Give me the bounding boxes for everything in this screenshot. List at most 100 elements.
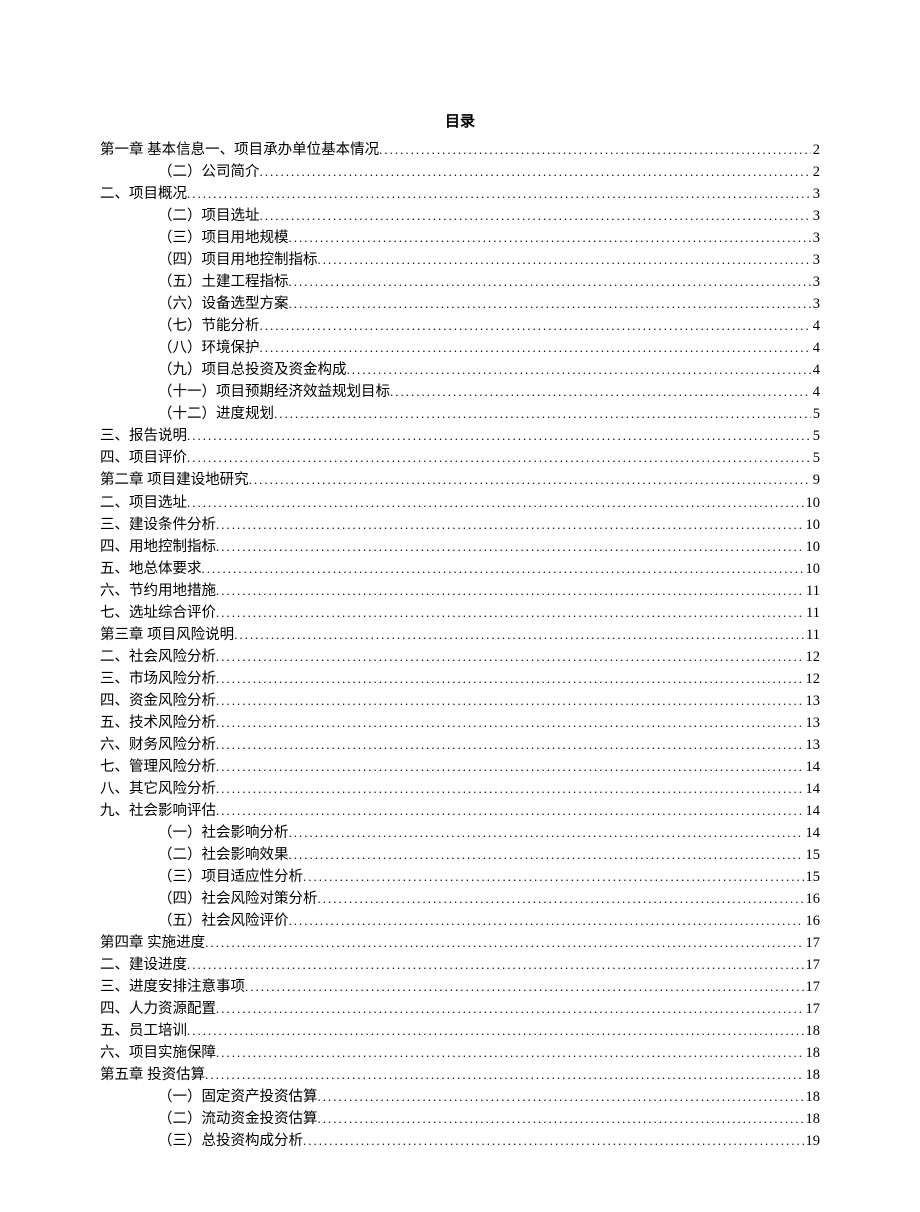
toc-entry-page: 17 bbox=[804, 998, 821, 1020]
toc-entry-label: （二）项目选址 bbox=[158, 205, 260, 227]
toc-entry-page: 5 bbox=[811, 403, 820, 425]
toc-entry-label: （四）项目用地控制指标 bbox=[158, 249, 318, 271]
toc-entry-label: 五、地总体要求 bbox=[100, 558, 202, 580]
toc-entry-page: 3 bbox=[811, 205, 820, 227]
toc-entry-label: （五）社会风险评价 bbox=[158, 910, 289, 932]
toc-entry-label: 三、进度安排注意事项 bbox=[100, 976, 245, 998]
toc-entry: 二、社会风险分析12 bbox=[100, 646, 820, 668]
toc-entry-page: 17 bbox=[804, 976, 821, 998]
toc-entry: （五）土建工程指标3 bbox=[100, 271, 820, 293]
toc-entry: 四、资金风险分析 13 bbox=[100, 690, 820, 712]
toc-entry-page: 11 bbox=[804, 602, 820, 624]
toc-leader-dots bbox=[216, 757, 804, 777]
toc-entry-label: 五、员工培训 bbox=[100, 1020, 187, 1042]
toc-entry-label: （二）公司简介 bbox=[158, 161, 260, 183]
toc-entry: 四、用地控制指标10 bbox=[100, 536, 820, 558]
toc-entry-label: （一）社会影响分析 bbox=[158, 822, 289, 844]
toc-leader-dots bbox=[187, 493, 804, 513]
toc-entry-page: 4 bbox=[811, 381, 820, 403]
toc-leader-dots bbox=[187, 426, 811, 446]
toc-leader-dots bbox=[245, 977, 804, 997]
toc-entry: （七）节能分析4 bbox=[100, 315, 820, 337]
toc-leader-dots bbox=[216, 669, 804, 689]
toc-entry-page: 4 bbox=[811, 315, 820, 337]
toc-entry: 第五章 投资估算 18 bbox=[100, 1064, 820, 1086]
toc-leader-dots bbox=[289, 272, 811, 292]
toc-entry: 二、项目选址10 bbox=[100, 492, 820, 514]
toc-entry-label: （三）项目用地规模 bbox=[158, 227, 289, 249]
toc-leader-dots bbox=[205, 933, 803, 953]
toc-entry-page: 18 bbox=[804, 1042, 821, 1064]
toc-entry: 五、员工培训18 bbox=[100, 1020, 820, 1042]
toc-entry-label: 六、项目实施保障 bbox=[100, 1042, 216, 1064]
toc-leader-dots bbox=[318, 1087, 804, 1107]
toc-leader-dots bbox=[274, 404, 811, 424]
toc-leader-dots bbox=[260, 338, 811, 358]
toc-entry: 八、其它风险分析14 bbox=[100, 778, 820, 800]
toc-entry-label: 九、社会影响评估 bbox=[100, 800, 216, 822]
toc-entry-label: （四）社会风险对策分析 bbox=[158, 888, 318, 910]
toc-entry-label: 三、建设条件分析 bbox=[100, 514, 216, 536]
toc-entry-label: （一）固定资产投资估算 bbox=[158, 1086, 318, 1108]
toc-entry-page: 15 bbox=[804, 844, 821, 866]
toc-leader-dots bbox=[249, 470, 811, 490]
toc-entry-label: 二、建设进度 bbox=[100, 954, 187, 976]
toc-leader-dots bbox=[289, 294, 811, 314]
toc-entry: （八）环境保护4 bbox=[100, 337, 820, 359]
toc-entry-label: 三、市场风险分析 bbox=[100, 668, 216, 690]
toc-entry-label: 六、财务风险分析 bbox=[100, 734, 216, 756]
toc-entry: （一）社会影响分析 14 bbox=[100, 822, 820, 844]
toc-entry: （九）项目总投资及资金构成4 bbox=[100, 359, 820, 381]
toc-entry: 二、建设进度17 bbox=[100, 954, 820, 976]
toc-entry-page: 5 bbox=[811, 447, 820, 469]
toc-entry-page: 13 bbox=[804, 690, 821, 712]
toc-entry-label: 第二章 项目建设地研究 bbox=[100, 469, 249, 491]
toc-entry-page: 13 bbox=[804, 712, 821, 734]
toc-title: 目录 bbox=[100, 110, 820, 131]
toc-entry-page: 10 bbox=[804, 514, 821, 536]
toc-entry-page: 16 bbox=[804, 888, 821, 910]
toc-leader-dots bbox=[216, 1043, 804, 1063]
toc-leader-dots bbox=[318, 889, 804, 909]
toc-entry-page: 3 bbox=[811, 183, 820, 205]
toc-leader-dots bbox=[303, 1131, 804, 1151]
toc-entry: 三、报告说明5 bbox=[100, 425, 820, 447]
toc-leader-dots bbox=[202, 559, 804, 579]
toc-entry: 四、人力资源配置17 bbox=[100, 998, 820, 1020]
toc-leader-dots bbox=[303, 867, 804, 887]
toc-leader-dots bbox=[318, 250, 811, 270]
toc-entry-page: 15 bbox=[804, 866, 821, 888]
toc-entry: 第四章 实施进度17 bbox=[100, 932, 820, 954]
toc-entry-label: 四、资金风险分析 bbox=[100, 690, 216, 712]
toc-leader-dots bbox=[234, 625, 804, 645]
toc-entry-page: 13 bbox=[804, 734, 821, 756]
toc-entry-label: 第一章 基本信息一、项目承办单位基本情况 bbox=[100, 139, 379, 161]
toc-leader-dots bbox=[216, 779, 804, 799]
toc-entry-page: 19 bbox=[804, 1130, 821, 1152]
toc-leader-dots bbox=[216, 515, 804, 535]
toc-entry-page: 16 bbox=[804, 910, 821, 932]
toc-leader-dots bbox=[187, 955, 804, 975]
toc-entry-page: 14 bbox=[804, 822, 821, 844]
toc-entry: （三）总投资构成分析19 bbox=[100, 1130, 820, 1152]
toc-entry-label: 二、项目选址 bbox=[100, 492, 187, 514]
toc-entry-page: 3 bbox=[811, 249, 820, 271]
toc-entry-label: 二、社会风险分析 bbox=[100, 646, 216, 668]
toc-entry: （三）项目适应性分析 15 bbox=[100, 866, 820, 888]
toc-entry-label: 第五章 投资估算 bbox=[100, 1064, 205, 1086]
toc-entry-page: 4 bbox=[811, 337, 820, 359]
toc-entry: 三、进度安排注意事项 17 bbox=[100, 976, 820, 998]
toc-entry-label: 七、选址综合评价 bbox=[100, 602, 216, 624]
toc-entry-label: （十二）进度规划 bbox=[158, 403, 274, 425]
toc-entry: 第二章 项目建设地研究9 bbox=[100, 469, 820, 491]
toc-entry-label: （三）项目适应性分析 bbox=[158, 866, 303, 888]
toc-entry-page: 18 bbox=[804, 1064, 821, 1086]
toc-leader-dots bbox=[216, 691, 804, 711]
toc-entry-label: （十一）项目预期经济效益规划目标 bbox=[158, 381, 390, 403]
toc-entry: 六、节约用地措施11 bbox=[100, 580, 820, 602]
toc-entry-page: 18 bbox=[804, 1108, 821, 1130]
toc-entry-page: 11 bbox=[804, 624, 820, 646]
toc-entry-page: 18 bbox=[804, 1086, 821, 1108]
toc-entry: （一）固定资产投资估算 18 bbox=[100, 1086, 820, 1108]
toc-entry-page: 3 bbox=[811, 227, 820, 249]
